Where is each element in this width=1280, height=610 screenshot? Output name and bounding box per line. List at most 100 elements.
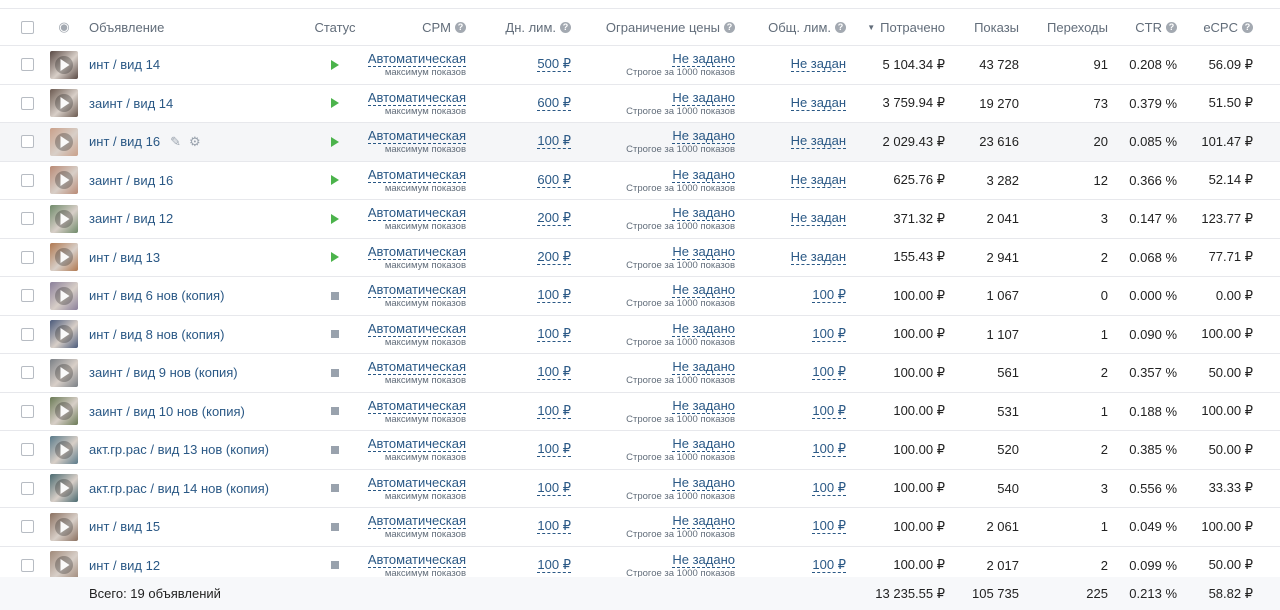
total-limit-link[interactable]: 100 ₽ xyxy=(812,519,846,535)
cpm-link[interactable]: Автоматическая xyxy=(367,52,466,67)
price-limit-link[interactable]: Не задано xyxy=(672,90,735,106)
play-status-icon[interactable] xyxy=(331,252,339,263)
price-limit-link[interactable]: Не задано xyxy=(672,514,735,529)
daily-limit-link[interactable]: 500 ₽ xyxy=(537,57,571,73)
row-checkbox[interactable] xyxy=(21,558,34,572)
daily-limit-column-header[interactable]: Дн. лим.? xyxy=(480,9,571,45)
row-checkbox[interactable] xyxy=(21,327,34,341)
daily-limit-link[interactable]: 100 ₽ xyxy=(537,134,571,150)
cpm-column-header[interactable]: CPM? xyxy=(366,9,466,45)
daily-limit-link[interactable]: 200 ₽ xyxy=(537,249,571,265)
price-limit-link[interactable]: Не задано xyxy=(672,321,735,337)
total-limit-link[interactable]: 100 ₽ xyxy=(812,557,846,573)
ecpc-column-header[interactable]: eCPC? xyxy=(1185,9,1253,45)
eye-icon[interactable]: ◉ xyxy=(58,19,69,35)
ad-thumbnail[interactable] xyxy=(50,89,78,118)
daily-limit-link[interactable]: 100 ₽ xyxy=(537,480,571,496)
ctr-column-header[interactable]: CTR? xyxy=(1115,9,1177,45)
question-circle-icon[interactable]: ? xyxy=(835,21,846,33)
table-row[interactable]: акт.гр.рас / вид 14 нов (копия) Автоматич… xyxy=(0,470,1280,508)
total-limit-link[interactable]: 100 ₽ xyxy=(812,288,846,304)
cpm-link[interactable]: Автоматическая xyxy=(367,552,466,568)
cpm-link[interactable]: Автоматическая xyxy=(367,90,466,106)
total-limit-link[interactable]: Не задан xyxy=(790,57,846,73)
daily-limit-link[interactable]: 100 ₽ xyxy=(537,288,571,304)
shows-column-header[interactable]: Показы xyxy=(955,9,1019,45)
cpm-link[interactable]: Автоматическая xyxy=(367,129,466,144)
stopped-status-icon[interactable] xyxy=(331,484,339,493)
ad-name-link[interactable]: заинт / вид 16 xyxy=(89,173,173,188)
ad-name-link[interactable]: заинт / вид 14 xyxy=(89,96,173,111)
daily-limit-link[interactable]: 100 ₽ xyxy=(537,326,571,342)
price-limit-link[interactable]: Не задано xyxy=(672,206,735,221)
ad-thumbnail[interactable] xyxy=(50,204,78,233)
price-limit-link[interactable]: Не задано xyxy=(672,475,735,491)
gear-icon[interactable]: ⚙ xyxy=(189,134,201,150)
table-row[interactable]: инт / вид 6 нов (копия) Автоматическая мак… xyxy=(0,277,1280,316)
stopped-status-icon[interactable] xyxy=(331,445,339,454)
table-row[interactable]: акт.гр.рас / вид 13 нов (копия) Автоматич… xyxy=(0,431,1280,470)
cpm-link[interactable]: Автоматическая xyxy=(367,437,466,452)
total-limit-link[interactable]: 100 ₽ xyxy=(812,365,846,381)
table-row[interactable]: заинт / вид 10 нов (копия) Автоматическая… xyxy=(0,393,1280,431)
ad-name-link[interactable]: акт.гр.рас / вид 14 нов (копия) xyxy=(89,481,269,496)
cpm-link[interactable]: Автоматическая xyxy=(367,398,466,414)
cpm-link[interactable]: Автоматическая xyxy=(367,321,466,337)
ad-thumbnail[interactable] xyxy=(50,435,78,464)
total-limit-link[interactable]: 100 ₽ xyxy=(812,403,846,419)
ad-thumbnail[interactable] xyxy=(50,474,78,503)
ad-name-link[interactable]: заинт / вид 9 нов (копия) xyxy=(89,365,238,380)
play-status-icon[interactable] xyxy=(331,213,339,224)
cpm-link[interactable]: Автоматическая xyxy=(367,283,466,298)
total-limit-link[interactable]: Не задан xyxy=(790,211,846,227)
ad-thumbnail[interactable] xyxy=(50,50,78,79)
question-circle-icon[interactable]: ? xyxy=(724,21,735,33)
price-limit-link[interactable]: Не задано xyxy=(672,129,735,144)
ad-thumbnail[interactable] xyxy=(50,512,78,541)
ad-name-link[interactable]: акт.гр.рас / вид 13 нов (копия) xyxy=(89,442,269,457)
total-limit-link[interactable]: Не задан xyxy=(790,172,846,188)
select-all-checkbox[interactable] xyxy=(21,20,34,34)
price-limit-link[interactable]: Не задано xyxy=(672,167,735,183)
stopped-status-icon[interactable] xyxy=(331,368,339,377)
ad-thumbnail[interactable] xyxy=(50,281,78,310)
table-row[interactable]: инт / вид 14 Автоматическая максимум показ… xyxy=(0,46,1280,85)
ad-name-link[interactable]: инт / вид 6 нов (копия) xyxy=(89,288,224,303)
daily-limit-link[interactable]: 100 ₽ xyxy=(537,403,571,419)
ad-thumbnail[interactable] xyxy=(50,358,78,387)
ad-name-link[interactable]: инт / вид 13 xyxy=(89,250,160,265)
price-limit-link[interactable]: Не задано xyxy=(672,244,735,260)
row-checkbox[interactable] xyxy=(21,404,34,418)
stopped-status-icon[interactable] xyxy=(331,291,339,300)
cpm-link[interactable]: Автоматическая xyxy=(367,244,466,260)
price-limit-link[interactable]: Не задано xyxy=(672,283,735,298)
stopped-status-icon[interactable] xyxy=(331,407,339,416)
row-checkbox[interactable] xyxy=(21,96,34,110)
play-status-icon[interactable] xyxy=(331,98,339,109)
ad-thumbnail[interactable] xyxy=(50,397,78,426)
ad-name-link[interactable]: инт / вид 15 xyxy=(89,519,160,534)
daily-limit-link[interactable]: 600 ₽ xyxy=(537,95,571,111)
status-column-header[interactable]: Статус xyxy=(306,9,364,45)
row-checkbox[interactable] xyxy=(21,481,34,495)
stopped-status-icon[interactable] xyxy=(331,522,339,531)
row-checkbox[interactable] xyxy=(21,250,34,264)
question-circle-icon[interactable]: ? xyxy=(455,21,466,33)
cpm-link[interactable]: Автоматическая xyxy=(367,360,466,375)
ad-name-link[interactable]: инт / вид 16 xyxy=(89,134,160,149)
price-limit-column-header[interactable]: Ограничение цены? xyxy=(585,9,735,45)
row-checkbox[interactable] xyxy=(21,289,34,303)
cpm-link[interactable]: Автоматическая xyxy=(367,475,466,491)
row-checkbox[interactable] xyxy=(21,212,34,226)
total-limit-column-header[interactable]: Общ. лим.? xyxy=(750,9,846,45)
price-limit-link[interactable]: Не задано xyxy=(672,552,735,568)
table-row[interactable]: заинт / вид 12 Автоматическая максимум пок… xyxy=(0,200,1280,239)
table-row[interactable]: инт / вид 15 Автоматическая максимум показ… xyxy=(0,508,1280,547)
row-checkbox[interactable] xyxy=(21,366,34,380)
row-checkbox[interactable] xyxy=(21,443,34,457)
price-limit-link[interactable]: Не задано xyxy=(672,360,735,375)
row-checkbox[interactable] xyxy=(21,173,34,187)
total-limit-link[interactable]: 100 ₽ xyxy=(812,442,846,458)
question-circle-icon[interactable]: ? xyxy=(1166,21,1177,33)
total-limit-link[interactable]: 100 ₽ xyxy=(812,480,846,496)
